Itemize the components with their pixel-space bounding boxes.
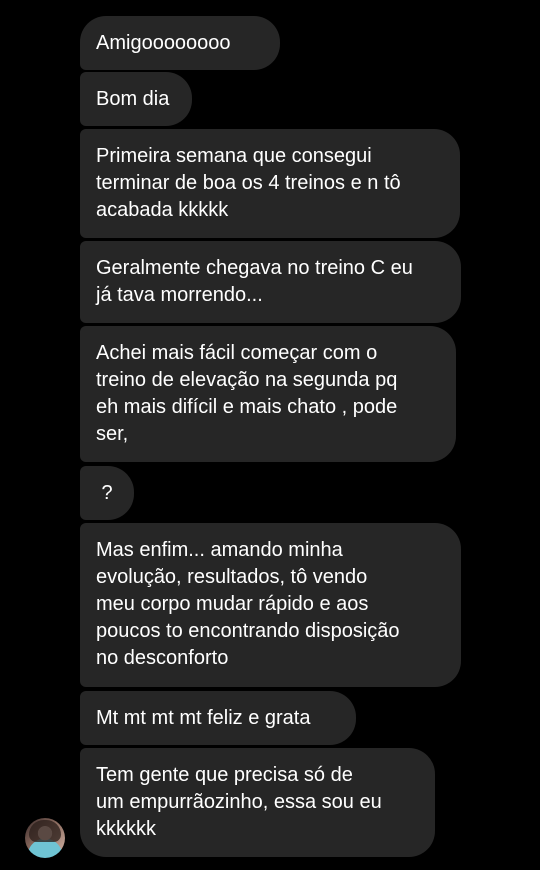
message-bubble[interactable]: Mas enfim... amando minha evolução, resu… bbox=[80, 523, 461, 687]
message-text: Geralmente chegava no treino C eu bbox=[96, 257, 413, 279]
message-text: eh mais difícil e mais chato , pode bbox=[96, 396, 398, 418]
message-text: um empurrãozinho, essa sou eu bbox=[96, 791, 382, 813]
message-text: poucos to encontrando disposição bbox=[96, 620, 400, 642]
message-bubble[interactable]: Primeira semana que consegui terminar de… bbox=[80, 129, 460, 238]
message-text: Achei mais fácil começar com o bbox=[96, 342, 378, 364]
message-text: Mt mt mt mt feliz e grata bbox=[96, 707, 311, 729]
message-text: treino de elevação na segunda pq bbox=[96, 369, 398, 391]
message-text: Bom dia bbox=[96, 88, 170, 110]
message-text: Tem gente que precisa só de bbox=[96, 764, 353, 786]
message-text: evolução, resultados, tô vendo bbox=[96, 566, 368, 588]
message-text: kkkkkk bbox=[96, 818, 156, 840]
message-text: no desconforto bbox=[96, 647, 229, 669]
message-text: ser, bbox=[96, 423, 129, 445]
message-bubble[interactable]: Tem gente que precisa só de um empurrãoz… bbox=[80, 748, 435, 857]
message-text: Primeira semana que consegui bbox=[96, 145, 372, 167]
message-bubble[interactable]: Achei mais fácil começar com o treino de… bbox=[80, 326, 456, 462]
message-bubble[interactable]: Geralmente chegava no treino C eu já tav… bbox=[80, 241, 461, 323]
message-thread: Amigoooooooo Bom dia Primeira semana que… bbox=[0, 0, 540, 870]
avatar-photo bbox=[29, 820, 61, 842]
message-bubble[interactable]: Amigoooooooo bbox=[80, 16, 280, 70]
message-text: Amigoooooooo bbox=[96, 32, 231, 54]
message-text: meu corpo mudar rápido e aos bbox=[96, 593, 369, 615]
message-bubble[interactable]: Mt mt mt mt feliz e grata bbox=[80, 691, 356, 745]
message-text: já tava morrendo... bbox=[96, 284, 263, 306]
message-text: ? bbox=[101, 482, 113, 504]
message-text: terminar de boa os 4 treinos e n tô bbox=[96, 172, 401, 194]
avatar[interactable] bbox=[25, 818, 65, 858]
message-bubble[interactable]: ? bbox=[80, 466, 134, 520]
message-text: Mas enfim... amando minha bbox=[96, 539, 343, 561]
message-text: acabada kkkkk bbox=[96, 199, 229, 221]
message-bubble[interactable]: Bom dia bbox=[80, 72, 192, 126]
